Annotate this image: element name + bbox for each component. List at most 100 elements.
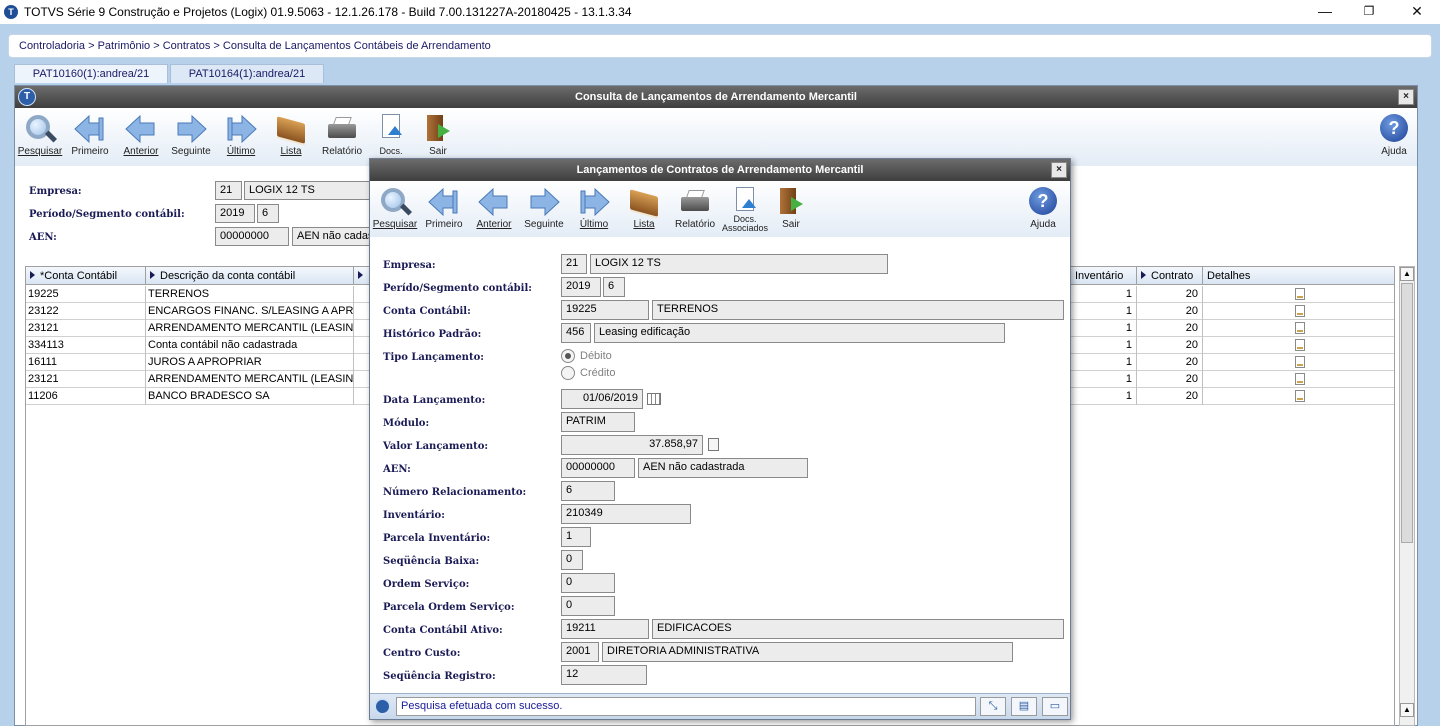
aen-code-field[interactable]: 00000000 (215, 227, 289, 246)
ajuda-button[interactable]: ? Ajuda (1371, 114, 1417, 157)
document-details-icon[interactable] (1294, 373, 1305, 385)
first-arrow-icon (73, 114, 107, 144)
sair-button[interactable]: Sair (415, 114, 461, 157)
document-details-icon[interactable] (1294, 288, 1305, 300)
seguinte-button[interactable]: Seguinte (168, 114, 214, 157)
lista-button[interactable]: Lista (268, 114, 314, 157)
col-detalhes[interactable]: Detalhes (1203, 267, 1394, 285)
m-centro-name-field: DIRETORIA ADMINISTRATIVA (602, 642, 1013, 662)
aen-label: AEN: (29, 232, 57, 243)
document-details-icon[interactable] (1294, 390, 1305, 402)
m-empresa-name-field: LOGIX 12 TS (590, 254, 888, 274)
cell-detalhes (1203, 371, 1394, 388)
close-window-button[interactable]: ✕ (1394, 0, 1440, 24)
m-parcinv-field[interactable]: 1 (561, 527, 591, 547)
debito-radio[interactable] (561, 349, 575, 363)
pesquisar-label: Pesquisar (17, 146, 63, 157)
pesquisar-button[interactable]: Pesquisar (17, 114, 63, 157)
last-arrow-icon (577, 187, 611, 217)
document-details-icon[interactable] (1294, 322, 1305, 334)
window-title-bar: T TOTVS Série 9 Construção e Projetos (L… (0, 0, 1440, 24)
ultimo-label: Último (226, 146, 256, 157)
grid-vertical-scrollbar[interactable]: ▲ ▲ (1399, 266, 1415, 726)
primeiro-button[interactable]: Primeiro (67, 114, 113, 157)
document-details-icon[interactable] (1294, 356, 1305, 368)
cell-detalhes (1203, 286, 1394, 303)
document-details-icon[interactable] (1294, 305, 1305, 317)
m-parcinv-label: Parcela Inventário: (383, 533, 491, 544)
segmento-field[interactable]: 6 (257, 204, 279, 223)
ultimo-button[interactable]: Último (218, 114, 264, 157)
docs-button[interactable]: Docs. (368, 114, 414, 157)
print-status-icon[interactable]: ▤ (1011, 697, 1037, 716)
restore-button[interactable]: ❐ (1346, 0, 1392, 24)
calculator-icon[interactable] (708, 438, 719, 451)
exit-door-icon (774, 187, 808, 217)
credito-radio[interactable] (561, 366, 575, 380)
m-contaativo-code-field[interactable]: 19211 (561, 619, 649, 639)
modal-seguinte-label: Seguinte (524, 219, 564, 230)
aen-name-field: AEN não cadas (292, 227, 374, 246)
m-periodo-field[interactable]: 2019 (561, 277, 601, 297)
calendar-icon[interactable] (647, 393, 661, 405)
col-conta-contabil[interactable]: *Conta Contábil (26, 267, 146, 285)
cell-detalhes (1203, 337, 1394, 354)
book-icon (627, 187, 661, 217)
tab-pat10164[interactable]: PAT10164(1):andrea/21 (170, 64, 324, 83)
col-descricao[interactable]: Descrição da conta contábil (146, 267, 354, 285)
m-seqbaixa-field[interactable]: 0 (561, 550, 583, 570)
m-valor-label: Valor Lançamento: (383, 441, 489, 452)
tab-pat10160[interactable]: PAT10160(1):andrea/21 (14, 64, 168, 83)
m-historico-code-field[interactable]: 456 (561, 323, 591, 343)
col-contrato[interactable]: Contrato (1137, 267, 1203, 285)
scroll-down-button[interactable]: ▲ (1400, 703, 1414, 717)
relatorio-button[interactable]: Relatório (319, 114, 365, 157)
empresa-code-field[interactable]: 21 (215, 181, 242, 200)
m-segmento-field[interactable]: 6 (603, 277, 625, 297)
modal-ultimo-button[interactable]: Último (571, 187, 617, 230)
m-data-field[interactable]: 01/06/2019 (561, 389, 643, 409)
modal-docs-button[interactable]: Docs. Associados (722, 187, 768, 233)
m-centro-code-field[interactable]: 2001 (561, 642, 599, 662)
modal-pesquisar-button[interactable]: Pesquisar (372, 187, 418, 230)
exit-door-icon (421, 114, 455, 144)
cell-conta: 334113 (26, 337, 146, 354)
anterior-button[interactable]: Anterior (118, 114, 164, 157)
col-inventario[interactable]: Inventário (1071, 267, 1137, 285)
document-details-icon[interactable] (1294, 339, 1305, 351)
modal-relatorio-button[interactable]: Relatório (672, 187, 718, 230)
m-parcordem-field[interactable]: 0 (561, 596, 615, 616)
resize-arrow-icon[interactable]: ⤡ (980, 697, 1006, 716)
modal-sair-button[interactable]: Sair (768, 187, 814, 230)
outer-close-button[interactable]: × (1398, 89, 1414, 105)
m-inventario-field[interactable]: 210349 (561, 504, 691, 524)
periodo-field[interactable]: 2019 (215, 204, 255, 223)
m-historico-label: Histórico Padrão: (383, 329, 482, 340)
message-bubble-icon[interactable]: ▭ (1042, 697, 1068, 716)
docs-label: Docs. (379, 146, 403, 156)
m-numrel-field[interactable]: 6 (561, 481, 615, 501)
m-modulo-field[interactable]: PATRIM (561, 412, 635, 432)
m-conta-code-field[interactable]: 19225 (561, 300, 649, 320)
search-icon (23, 114, 58, 144)
outer-window-title: Consulta de Lançamentos de Arrendamento … (575, 91, 857, 103)
m-seqreg-field[interactable]: 12 (561, 665, 647, 685)
modal-lista-button[interactable]: Lista (621, 187, 667, 230)
m-aen-code-field[interactable]: 00000000 (561, 458, 635, 478)
modal-ajuda-button[interactable]: ? Ajuda (1020, 187, 1066, 230)
minimize-button[interactable]: — (1302, 0, 1348, 24)
m-valor-field[interactable]: 37.858,97 (561, 435, 703, 455)
breadcrumb[interactable]: Controladoria > Patrimônio > Contratos >… (19, 40, 491, 52)
m-periodo-label: Perído/Segmento contábil: (383, 283, 532, 294)
m-ordem-field[interactable]: 0 (561, 573, 615, 593)
modal-primeiro-button[interactable]: Primeiro (421, 187, 467, 230)
m-empresa-code-field[interactable]: 21 (561, 254, 587, 274)
cell-inventario: 1 (1071, 286, 1137, 303)
outer-window-header: T Consulta de Lançamentos de Arrendament… (15, 86, 1417, 108)
modal-relatorio-label: Relatório (674, 219, 716, 230)
scroll-up-button[interactable]: ▲ (1400, 267, 1414, 281)
scroll-thumb[interactable] (1401, 283, 1413, 543)
modal-seguinte-button[interactable]: Seguinte (521, 187, 567, 230)
modal-close-button[interactable]: × (1051, 162, 1067, 178)
modal-anterior-button[interactable]: Anterior (471, 187, 517, 230)
